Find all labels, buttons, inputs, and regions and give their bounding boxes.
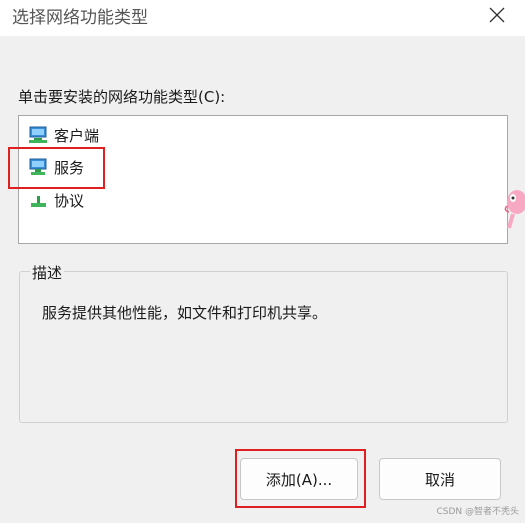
- client-computer-icon: [27, 124, 51, 146]
- watermark: CSDN @智者不秃头: [436, 507, 519, 517]
- description-text: 服务提供其他性能，如文件和打印机共享。: [42, 304, 328, 322]
- protocol-icon: [27, 189, 51, 211]
- list-item-label: 客户端: [54, 126, 100, 145]
- description-group: [19, 271, 508, 423]
- dialog-title: 选择网络功能类型: [12, 8, 148, 28]
- description-group-title: 描述: [30, 262, 65, 283]
- feature-type-list[interactable]: 客户端 服务 协议: [18, 115, 508, 244]
- feature-type-prompt: 单击要安装的网络功能类型(C):: [18, 88, 226, 106]
- list-item-client[interactable]: 客户端: [27, 122, 99, 148]
- list-item-service[interactable]: 服务: [27, 154, 84, 180]
- list-item-label: 协议: [54, 191, 85, 210]
- service-computer-icon: [27, 156, 51, 178]
- close-button[interactable]: [479, 0, 515, 30]
- list-item-label: 服务: [54, 158, 85, 177]
- add-button[interactable]: 添加(A)...: [240, 458, 358, 500]
- pink-mascot-icon: [504, 190, 525, 229]
- close-icon: [489, 7, 505, 23]
- list-item-protocol[interactable]: 协议: [27, 187, 84, 213]
- cancel-button[interactable]: 取消: [379, 458, 501, 500]
- title-bar: 选择网络功能类型: [0, 0, 525, 36]
